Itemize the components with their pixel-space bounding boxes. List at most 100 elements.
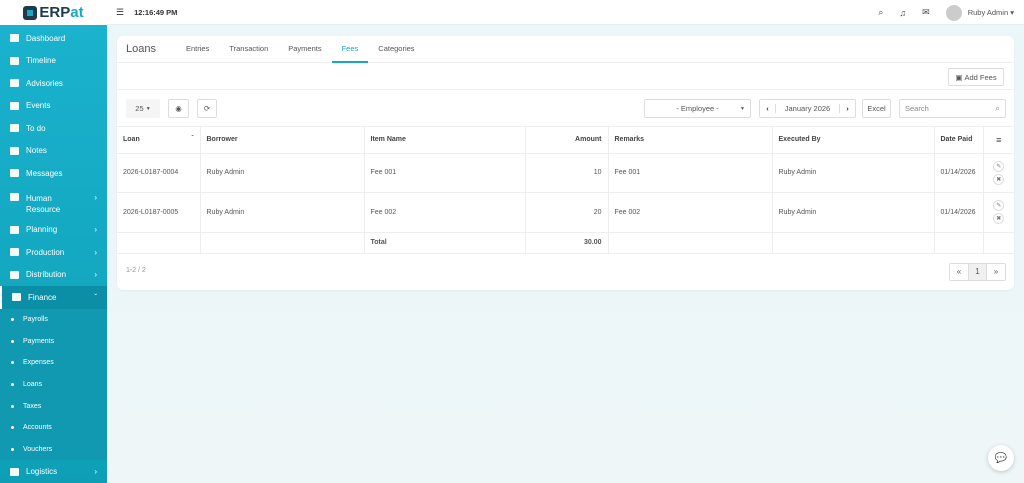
sidebar-item-planning[interactable]: Planning › [0, 219, 107, 242]
label: Accounts [23, 424, 52, 432]
excel-button[interactable]: Excel [862, 99, 891, 118]
label: Events [26, 101, 51, 111]
total-label: Total [364, 232, 526, 254]
table-footer: 1-2 / 2 « 1 » [117, 254, 1014, 290]
table-row: 2026-L0187-0005 Ruby Admin Fee 002 20 Fe… [117, 192, 1014, 233]
col-remarks[interactable]: Remarks [608, 127, 773, 154]
money-icon: ▣ [955, 72, 963, 82]
refresh-button[interactable]: ⟳ [197, 99, 217, 118]
loans-card: Loans Entries Transaction Payments Fees … [117, 36, 1014, 290]
edit-icon[interactable]: ✎ [993, 160, 1005, 172]
user-menu[interactable]: Ruby Admin ▾ [968, 8, 1014, 17]
col-options-icon[interactable]: ≡ [983, 127, 1014, 154]
prev-month-button[interactable]: ‹ [760, 104, 776, 113]
search-input[interactable]: Search ⌕ [899, 99, 1006, 118]
fees-table: Loan ˆ Borrower Item Name Amount Remarks … [117, 127, 1014, 254]
sidebar-item-human-resource[interactable]: Human Resource › [0, 185, 107, 219]
search-icon[interactable]: ⌕ [878, 7, 883, 18]
sidebar-item-advisories[interactable]: Advisories [0, 72, 107, 95]
refresh-icon: ⟳ [203, 104, 211, 113]
bullet-icon [11, 339, 14, 343]
cell-date-paid: 01/14/2026 [934, 153, 984, 193]
label: Advisories [26, 78, 63, 88]
record-range: 1-2 / 2 [126, 266, 146, 274]
cell-item-name: Fee 002 [364, 192, 526, 233]
col-loan[interactable]: Loan ˆ [117, 127, 201, 154]
user-name: Ruby Admin [967, 8, 1009, 17]
sidebar-item-notes[interactable]: Notes [0, 140, 107, 163]
envelope-icon [10, 169, 19, 178]
page-title: Loans [126, 43, 156, 55]
calendar-icon [10, 101, 19, 110]
edit-icon[interactable]: ✎ [993, 200, 1005, 212]
sidebar-item-finance[interactable]: Finance ˇ [0, 286, 107, 309]
cell-borrower: Ruby Admin [200, 153, 365, 193]
col-date-paid[interactable]: Date Paid [934, 127, 984, 154]
sidebar-item-todo[interactable]: To do [0, 117, 107, 140]
topbar: ☰ 12:16:49 PM ⌕ ♫ ✉ Ruby Admin ▾ [107, 0, 1024, 25]
label: Timeline [26, 56, 56, 66]
submenu-payrolls[interactable]: Payrolls [0, 309, 107, 331]
col-borrower[interactable]: Borrower [200, 127, 365, 154]
sidebar-item-production[interactable]: Production › [0, 241, 107, 264]
chevron-right-icon: › [94, 270, 97, 280]
bell-icon[interactable]: ♫ [899, 8, 906, 18]
megaphone-icon [10, 79, 19, 88]
col-amount[interactable]: Amount [525, 127, 609, 154]
chat-button[interactable]: 💬 [988, 445, 1014, 471]
total-value: 30.00 [525, 232, 609, 254]
tab-categories[interactable]: Categories [368, 36, 424, 63]
submenu-accounts[interactable]: Accounts [0, 417, 107, 439]
logo-icon [23, 5, 38, 20]
cell-amount: 10 [525, 153, 609, 193]
truck-icon [10, 467, 19, 476]
sidebar-item-dashboard[interactable]: Dashboard [0, 27, 107, 50]
mail-icon[interactable]: ✉ [922, 7, 930, 18]
page-size-select[interactable]: 25 ▼ [126, 99, 160, 118]
submenu-expenses[interactable]: Expenses [0, 352, 107, 374]
submenu-loans[interactable]: Loans [0, 374, 107, 396]
value: - Employee - [676, 104, 719, 113]
users-icon [10, 192, 19, 201]
label: Loans [23, 380, 43, 388]
bullet-icon [11, 426, 14, 430]
submenu-vouchers[interactable]: Vouchers [0, 439, 107, 461]
tab-payments[interactable]: Payments [278, 36, 331, 63]
page-1-button[interactable]: 1 [968, 263, 987, 280]
tab-fees[interactable]: Fees [331, 36, 369, 63]
clock: 12:16:49 PM [134, 7, 178, 17]
sidebar-item-messages[interactable]: Messages [0, 162, 107, 185]
label: Production [26, 247, 65, 257]
employee-select[interactable]: - Employee - ▼ [644, 99, 751, 118]
menu-toggle-icon[interactable]: ☰ [116, 7, 124, 18]
submenu-payments[interactable]: Payments [0, 330, 107, 352]
col-item-name[interactable]: Item Name [364, 127, 526, 154]
sidebar-item-distribution[interactable]: Distribution › [0, 264, 107, 287]
sidebar-item-events[interactable]: Events [0, 95, 107, 118]
search-icon: ⌕ [994, 103, 1000, 113]
next-page-button[interactable]: » [987, 264, 1005, 280]
delete-icon[interactable]: ✖ [993, 173, 1005, 185]
label: Payrolls [23, 315, 48, 323]
delete-icon[interactable]: ✖ [993, 213, 1005, 225]
cell-remarks: Fee 002 [608, 192, 773, 233]
submenu-taxes[interactable]: Taxes [0, 395, 107, 417]
sidebar-item-timeline[interactable]: Timeline [0, 50, 107, 73]
timeline-icon [10, 56, 19, 65]
sidebar-item-logistics[interactable]: Logistics › [0, 460, 107, 483]
tab-transaction[interactable]: Transaction [219, 36, 278, 63]
avatar[interactable] [945, 4, 962, 21]
label: Taxes [23, 402, 42, 410]
table-row: 2026-L0187-0004 Ruby Admin Fee 001 10 Fe… [117, 153, 1014, 193]
label: Logistics [26, 467, 58, 477]
col-executed-by[interactable]: Executed By [772, 127, 935, 154]
label: Vouchers [23, 445, 53, 453]
column-visibility-button[interactable]: ◉ [168, 99, 189, 118]
bullet-icon [11, 404, 14, 408]
cell-loan: 2026-L0187-0004 [117, 153, 201, 193]
next-month-button[interactable]: › [838, 104, 855, 113]
logo[interactable]: ERP at [0, 0, 107, 25]
add-fees-button[interactable]: ▣ Add Fees [948, 68, 1004, 86]
tab-entries[interactable]: Entries [176, 36, 219, 63]
prev-page-button[interactable]: « [950, 264, 968, 280]
